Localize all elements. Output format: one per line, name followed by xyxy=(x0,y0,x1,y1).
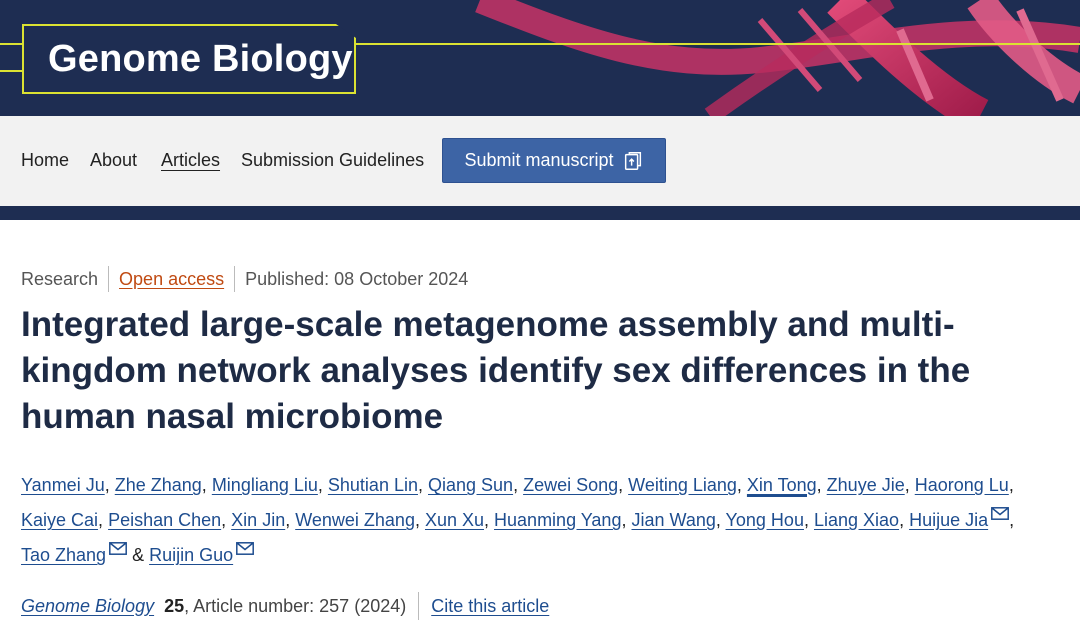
published-date: Published: 08 October 2024 xyxy=(245,268,469,289)
volume-number: 25 xyxy=(164,595,185,616)
site-header-banner: Genome Biology xyxy=(0,0,1080,116)
author-link[interactable]: Huijue Jia xyxy=(909,510,988,530)
email-icon[interactable] xyxy=(991,507,1010,520)
author-link[interactable]: Xun Xu xyxy=(425,510,484,530)
author-link[interactable]: Xin Jin xyxy=(231,510,285,530)
author-link[interactable]: Weiting Liang xyxy=(628,475,737,495)
journal-logo[interactable]: Genome Biology xyxy=(48,38,353,81)
meta-divider xyxy=(108,266,110,292)
meta-divider xyxy=(234,266,236,292)
author-link[interactable]: Yanmei Ju xyxy=(21,475,105,495)
article-title: Integrated large-scale metagenome assemb… xyxy=(21,305,971,436)
author-link[interactable]: Zhe Zhang xyxy=(115,475,202,495)
main-navigation: Home About Articles Submission Guideline… xyxy=(0,116,1080,206)
author-link[interactable]: Zewei Song xyxy=(523,475,618,495)
journal-link[interactable]: Genome Biology xyxy=(21,596,154,617)
author-link[interactable]: Yong Hou xyxy=(726,510,804,530)
author-link[interactable]: Tao Zhang xyxy=(21,545,106,565)
open-access-link[interactable]: Open access xyxy=(119,269,224,290)
author-link[interactable]: Haorong Lu xyxy=(915,475,1009,495)
author-link[interactable]: Mingliang Liu xyxy=(212,475,318,495)
author-link[interactable]: Wenwei Zhang xyxy=(295,510,415,530)
external-submit-icon xyxy=(624,151,641,170)
author-link[interactable]: Liang Xiao xyxy=(814,510,899,530)
banner-accent-line-left xyxy=(0,70,24,72)
author-link[interactable]: Kaiye Cai xyxy=(21,510,98,530)
author-link[interactable]: Jian Wang xyxy=(631,510,715,530)
author-link[interactable]: Qiang Sun xyxy=(428,475,513,495)
nav-about[interactable]: About xyxy=(90,150,137,171)
author-link[interactable]: Peishan Chen xyxy=(108,510,221,530)
email-icon[interactable] xyxy=(109,542,128,555)
nav-submission-guidelines[interactable]: Submission Guidelines xyxy=(241,150,424,171)
author-link[interactable]: Xin Tong xyxy=(747,475,817,495)
citation-line: Genome Biology 25 , Article number: 257 … xyxy=(21,592,549,620)
email-icon[interactable] xyxy=(236,542,255,555)
author-link[interactable]: Huanming Yang xyxy=(494,510,621,530)
author-list: Yanmei Ju, Zhe Zhang, Mingliang Liu, Shu… xyxy=(21,475,1015,565)
cite-this-article-link[interactable]: Cite this article xyxy=(431,596,549,617)
article-number: , Article number: 257 (2024) xyxy=(184,595,407,616)
citation-divider xyxy=(418,592,420,620)
author-link[interactable]: Shutian Lin xyxy=(328,475,418,495)
submit-manuscript-label: Submit manuscript xyxy=(464,150,614,170)
article-type: Research xyxy=(21,268,99,289)
author-link[interactable]: Ruijin Guo xyxy=(149,545,233,565)
nav-home[interactable]: Home xyxy=(21,150,69,171)
author-link[interactable]: Zhuye Jie xyxy=(827,475,905,495)
article-meta: Research Open access Published: 08 Octob… xyxy=(21,266,468,292)
nav-articles[interactable]: Articles xyxy=(161,150,220,171)
nav-bottom-strip xyxy=(0,206,1080,220)
dna-helix-image xyxy=(475,0,1080,116)
submit-manuscript-button[interactable]: Submit manuscript xyxy=(442,138,666,183)
